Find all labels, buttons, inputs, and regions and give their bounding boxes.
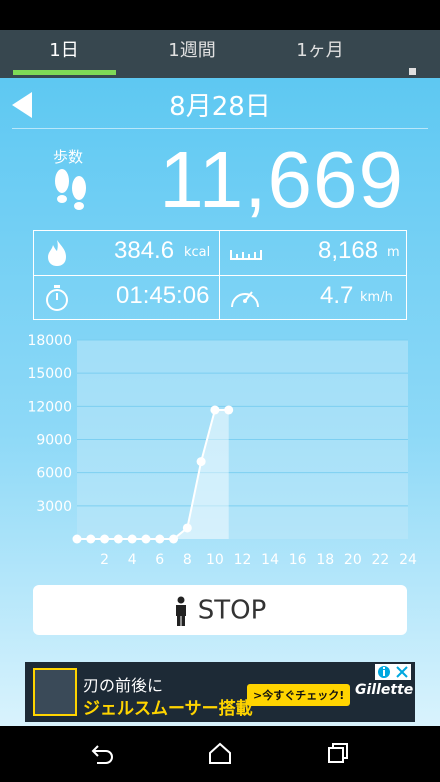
steps-count: 11,669 bbox=[159, 135, 404, 224]
distance-value: 8,168 bbox=[318, 237, 379, 264]
speed-value: 4.7 bbox=[320, 282, 354, 309]
steps-label: 歩数 bbox=[53, 148, 84, 166]
ad-banner[interactable]: 刃の前後に ジェルスムーサー搭載 >今すぐチェック! Gillette bbox=[25, 662, 415, 722]
time-value: 01:45:06 bbox=[116, 282, 210, 309]
time-cell: 01:45:06 bbox=[34, 276, 219, 320]
data-point bbox=[141, 534, 151, 544]
data-point bbox=[72, 534, 82, 544]
x-tick-label: 20 bbox=[344, 552, 362, 568]
back-icon[interactable] bbox=[89, 742, 115, 764]
ad-cta-button[interactable]: >今すぐチェック! bbox=[247, 684, 351, 706]
ad-line1: 刃の前後に bbox=[83, 676, 164, 695]
calories-cell: 384.6 kcal bbox=[34, 231, 219, 275]
x-tick-label: 22 bbox=[372, 552, 390, 568]
data-point bbox=[113, 534, 123, 544]
data-point bbox=[196, 457, 206, 467]
speed-cell: 4.7 km/h bbox=[220, 276, 405, 320]
footprints-icon bbox=[55, 169, 86, 210]
ad-line2: ジェルスムーサー搭載 bbox=[83, 699, 253, 719]
y-tick-label: 6000 bbox=[36, 466, 72, 482]
data-point bbox=[210, 405, 220, 415]
razor-image bbox=[33, 668, 77, 716]
y-tick-label: 15000 bbox=[27, 366, 72, 382]
x-tick-label: 12 bbox=[234, 552, 252, 568]
x-tick-label: 4 bbox=[128, 552, 137, 568]
data-point bbox=[127, 534, 137, 544]
steps-chart: 3000600090001200015000180002 4 6 8 10 12 14 16 1… bbox=[27, 333, 417, 568]
ad-info-icon[interactable] bbox=[375, 664, 411, 680]
x-tick-label: 18 bbox=[316, 552, 334, 568]
data-point bbox=[100, 534, 110, 544]
recent-apps-icon[interactable] bbox=[325, 742, 351, 764]
distance-unit: m bbox=[387, 245, 400, 260]
ruler-icon bbox=[230, 250, 262, 260]
stop-button[interactable]: STOP bbox=[33, 585, 407, 635]
x-tick-label: 6 bbox=[155, 552, 164, 568]
ad-brand-logo: Gillette bbox=[355, 682, 414, 698]
data-point bbox=[224, 405, 234, 415]
data-point bbox=[86, 534, 96, 544]
y-tick-label: 3000 bbox=[36, 499, 72, 515]
y-tick-label: 18000 bbox=[27, 333, 72, 349]
stop-label: STOP bbox=[197, 595, 267, 626]
tab-week[interactable]: 1週間 bbox=[132, 30, 252, 78]
status-bar bbox=[0, 0, 440, 30]
flame-icon bbox=[48, 240, 66, 266]
person-icon bbox=[175, 596, 186, 626]
tab-month[interactable]: 1ヶ月 bbox=[260, 30, 380, 78]
y-tick-label: 12000 bbox=[27, 399, 72, 415]
distance-cell: 8,168 m bbox=[220, 231, 405, 275]
date-title: 8月28日 bbox=[169, 92, 271, 122]
active-tab-indicator bbox=[13, 70, 116, 75]
x-tick-label: 2 bbox=[100, 552, 109, 568]
main-panel: 8月28日 歩数 11,669 384.6 kcal 8,168 m 01:45… bbox=[0, 78, 440, 726]
stats-grid: 384.6 kcal 8,168 m 01:45:06 4.7 km/h bbox=[33, 230, 407, 320]
speed-unit: km/h bbox=[360, 290, 393, 305]
stopwatch-icon bbox=[46, 285, 68, 311]
x-tick-label: 8 bbox=[183, 552, 192, 568]
navigation-bar bbox=[0, 726, 440, 782]
x-tick-label: 16 bbox=[289, 552, 307, 568]
x-tick-label: 10 bbox=[206, 552, 224, 568]
data-point bbox=[182, 523, 192, 533]
calories-value: 384.6 bbox=[114, 237, 175, 264]
x-tick-label: 24 bbox=[399, 552, 417, 568]
x-tick-label: 14 bbox=[261, 552, 279, 568]
data-point bbox=[155, 534, 165, 544]
speedometer-icon bbox=[231, 291, 259, 308]
calories-unit: kcal bbox=[184, 245, 211, 260]
y-tick-label: 9000 bbox=[36, 433, 72, 449]
data-point bbox=[169, 534, 179, 544]
home-icon[interactable] bbox=[207, 742, 233, 764]
